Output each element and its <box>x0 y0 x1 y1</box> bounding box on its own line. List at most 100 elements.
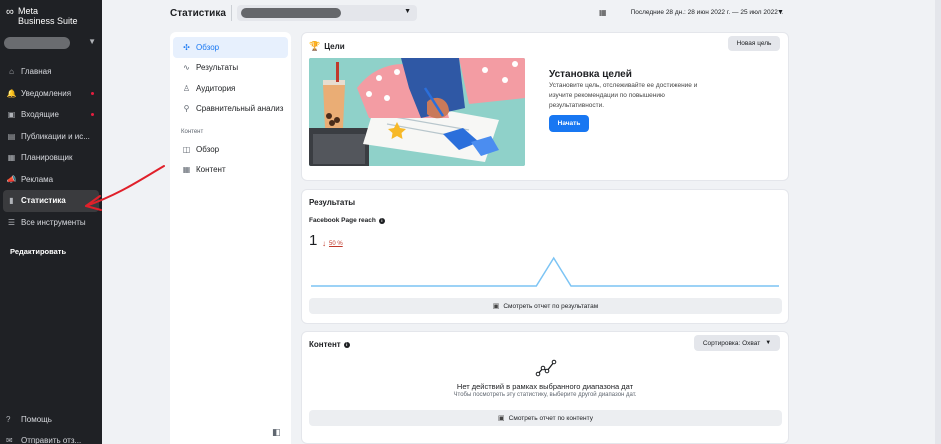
collapse-panel-icon[interactable]: ◧ <box>272 427 281 438</box>
page-name-blurred <box>241 8 341 18</box>
sidebar-item-label: Планировщик <box>21 153 73 163</box>
trend-chart-icon <box>535 359 557 377</box>
date-range-selector[interactable]: Последние 28 дн.: 28 июн 2022 г. — 25 ию… <box>631 9 783 16</box>
metric-value: 1 <box>309 232 318 249</box>
subnav-item-audience[interactable]: ♙ Аудитория <box>173 78 288 99</box>
benchmark-icon: ⚲ <box>183 104 190 114</box>
subnav-item-benchmark[interactable]: ⚲ Сравнительный анализ <box>173 99 288 120</box>
view-results-report-button[interactable]: ▣ Смотреть отчет по результатам <box>309 298 782 314</box>
header-divider <box>231 5 232 21</box>
chevron-down-icon[interactable]: ▼ <box>777 9 784 16</box>
view-content-report-label: Смотреть отчет по контенту <box>508 414 593 422</box>
arrow-down-icon: ↓ <box>322 239 326 248</box>
home-icon: ⌂ <box>9 67 14 77</box>
send-feedback-label: Отправить отз... <box>21 436 82 444</box>
subnav-item-label: Аудитория <box>196 83 236 93</box>
overview-icon: ✣ <box>183 42 190 52</box>
unread-dot <box>91 113 94 116</box>
scrollbar-track[interactable] <box>935 0 941 444</box>
help-link[interactable]: ? Помощь <box>6 415 52 424</box>
results-card: Результаты Facebook Page reach i 1 ↓ 50 … <box>301 189 789 324</box>
send-feedback-link[interactable]: ✉ Отправить отз... <box>6 436 81 444</box>
reach-sparkline <box>311 256 779 287</box>
help-icon: ? <box>6 415 11 424</box>
bell-icon: 🔔 <box>6 88 17 98</box>
view-results-report-label: Смотреть отчет по результатам <box>503 302 599 310</box>
report-icon: ▣ <box>492 303 500 310</box>
logo-text-business-suite: Business Suite <box>18 16 78 26</box>
sidebar-item-home[interactable]: ⌂ Главная <box>0 61 102 83</box>
content-card: Контент i Сортировка: Охват ▼ Нет действ… <box>301 331 789 444</box>
sidebar-item-label: Публикации и ис... <box>21 131 90 141</box>
posts-icon: ▤ <box>7 131 16 141</box>
empty-state-subtitle: Чтобы посмотреть эту статистику, выберит… <box>453 392 637 398</box>
sidebar-item-label: Уведомления <box>21 88 72 98</box>
content-overview-icon: ◫ <box>182 144 191 154</box>
calendar-icon: ▦ <box>7 153 16 163</box>
metric-change-percent: 50 % <box>329 240 343 247</box>
logo-text-meta: Meta <box>18 6 39 16</box>
subnav-item-content[interactable]: ▦ Контент <box>173 160 288 181</box>
report-icon: ▣ <box>498 415 505 422</box>
goals-description: Установите цель, отслеживайте ее достиже… <box>549 82 698 109</box>
top-header: Статистика ▼ ▦ Последние 28 дн.: 28 июн … <box>102 0 941 26</box>
megaphone-icon: 📣 <box>6 174 17 184</box>
chevron-down-icon: ▼ <box>88 37 96 46</box>
sort-dropdown[interactable]: Сортировка: Охват ▼ <box>694 335 780 351</box>
content-table-icon: ▦ <box>182 165 191 175</box>
subnav-item-overview[interactable]: ✣ Обзор <box>173 37 288 58</box>
meta-business-suite-logo[interactable]: ∞ Meta Business Suite <box>6 6 98 28</box>
feedback-icon: ✉ <box>6 436 13 444</box>
calendar-icon: ▦ <box>599 8 607 17</box>
annotation-arrow <box>85 165 165 211</box>
sidebar-item-label: Входящие <box>21 110 59 120</box>
info-icon[interactable]: i <box>343 341 350 348</box>
edit-link[interactable]: Редактировать <box>10 247 66 256</box>
metric-name: Facebook Page reach i <box>309 217 385 224</box>
new-goal-button[interactable]: Новая цель <box>728 36 780 51</box>
subnav-item-label: Результаты <box>196 63 239 73</box>
audience-icon: ♙ <box>182 83 191 93</box>
insights-subnav: ✣ Обзор ∿ Результаты ♙ Аудитория ⚲ Сравн… <box>170 32 291 444</box>
menu-icon: ☰ <box>7 217 16 227</box>
goals-title-text: Цели <box>324 42 345 51</box>
subnav-item-label: Контент <box>196 165 226 175</box>
info-icon[interactable]: i <box>378 217 385 224</box>
trend-icon: ∿ <box>183 63 190 73</box>
account-avatar-blurred <box>4 37 70 49</box>
subnav-item-results[interactable]: ∿ Результаты <box>173 58 288 79</box>
empty-state-title: Нет действий в рамках выбранного диапазо… <box>456 382 634 391</box>
results-title: Результаты <box>309 198 356 207</box>
content-title-text: Контент <box>309 340 341 349</box>
goals-heading: Установка целей <box>549 69 632 80</box>
sidebar-item-label: Главная <box>21 67 52 77</box>
subnav-section-label: Контент <box>181 129 204 135</box>
trophy-icon: 🏆 <box>309 41 321 51</box>
meta-logo-icon: ∞ <box>6 6 14 18</box>
page-selector-dropdown[interactable]: ▼ <box>237 5 417 21</box>
unread-dot <box>91 91 94 95</box>
sidebar-item-posts-stories[interactable]: ▤ Публикации и ис... <box>0 126 102 148</box>
account-switcher[interactable]: ▼ <box>4 37 100 51</box>
inbox-icon: ▣ <box>7 110 16 120</box>
view-content-report-button[interactable]: ▣ Смотреть отчет по контенту <box>309 410 782 426</box>
sidebar-item-label: Реклама <box>21 174 54 184</box>
sparkline-series <box>311 256 779 287</box>
start-goal-button[interactable]: Начать <box>549 115 589 132</box>
bar-chart-icon: ▮ <box>9 196 14 206</box>
content-title: Контент i <box>309 340 350 349</box>
sidebar-item-notifications[interactable]: 🔔 Уведомления <box>0 83 102 105</box>
subnav-item-label: Обзор <box>196 144 220 154</box>
metric-change: ↓ 50 % <box>322 239 343 248</box>
subnav-item-label: Сравнительный анализ <box>196 104 284 114</box>
chevron-down-icon: ▼ <box>404 8 411 15</box>
chevron-down-icon: ▼ <box>765 340 772 346</box>
left-sidebar: ∞ Meta Business Suite ▼ ⌂ Главная 🔔 Увед… <box>0 0 102 444</box>
sidebar-item-inbox[interactable]: ▣ Входящие <box>0 104 102 126</box>
subnav-item-label: Обзор <box>196 42 220 52</box>
help-label: Помощь <box>21 415 52 424</box>
subnav-item-content-overview[interactable]: ◫ Обзор <box>173 139 288 160</box>
goals-card: 🏆 Цели Новая цель Установка целей Устано… <box>301 32 789 181</box>
sidebar-item-label: Статистика <box>21 196 66 206</box>
metric-name-text: Facebook Page reach <box>309 217 376 224</box>
